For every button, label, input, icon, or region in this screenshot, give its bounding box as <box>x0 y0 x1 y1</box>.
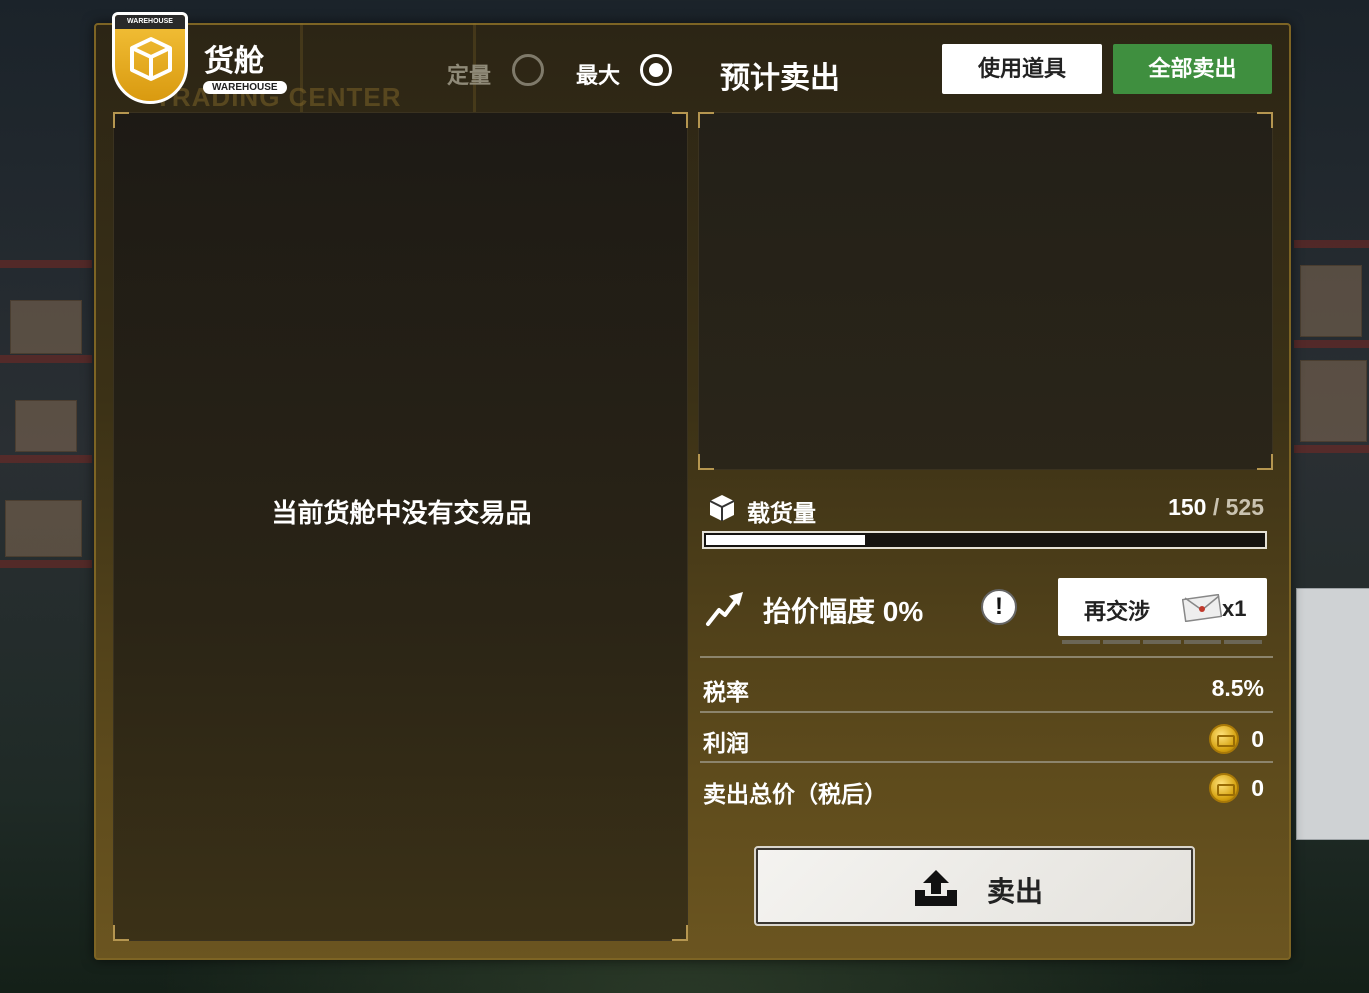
renegotiate-count: x1 <box>1222 596 1247 621</box>
corner-mark <box>1257 454 1273 470</box>
use-item-button[interactable]: 使用道具 <box>942 44 1102 94</box>
corner-mark <box>672 925 688 941</box>
gold-coin-icon <box>1209 724 1239 754</box>
mode-fixed-radio[interactable] <box>512 54 544 86</box>
trend-up-arrow-icon <box>706 592 743 626</box>
tax-value: 8.5% <box>1211 675 1264 701</box>
corner-mark <box>672 112 688 128</box>
title-tag: WAREHOUSE <box>203 81 287 94</box>
cargo-progress-bar <box>702 531 1267 549</box>
total-label: 卖出总价（税后） <box>703 781 887 807</box>
price-increase-label: 抬价幅度 0% <box>763 596 924 627</box>
corner-mark <box>113 112 129 128</box>
envelope-icon <box>1182 594 1222 622</box>
badge-tag: WAREHOUSE <box>115 15 185 29</box>
divider <box>700 761 1273 763</box>
corner-mark <box>1257 112 1273 128</box>
cargo-capacity: 525 <box>1225 494 1264 520</box>
warehouse-badge: WAREHOUSE <box>112 12 188 104</box>
corner-mark <box>113 925 129 941</box>
page-title: 货舱 <box>204 45 264 78</box>
estimate-title: 预计卖出 <box>720 62 840 95</box>
upload-tray-icon <box>915 870 957 906</box>
tax-label: 税率 <box>703 679 749 705</box>
inventory-list[interactable]: 当前货舱中没有交易品 <box>113 112 688 941</box>
corner-mark <box>698 112 714 128</box>
profit-label: 利润 <box>703 730 749 756</box>
mode-max-label: 最大 <box>576 63 621 88</box>
cargo-current: 150 <box>1168 494 1207 520</box>
sell-preview-list[interactable] <box>698 112 1273 470</box>
sell-all-button[interactable]: 全部卖出 <box>1113 44 1272 94</box>
empty-inventory-message: 当前货舱中没有交易品 <box>271 498 532 528</box>
renegotiate-label: 再交涉 <box>1084 599 1151 624</box>
cargo-label: 载货量 <box>747 500 816 526</box>
divider <box>700 711 1273 713</box>
renegotiate-button[interactable]: 再交涉 x1 <box>1058 578 1267 636</box>
total-value: 0 <box>1251 775 1264 801</box>
renegotiate-ticks <box>1062 640 1262 644</box>
cargo-progress-fill <box>706 535 865 545</box>
divider <box>700 656 1273 658</box>
profit-value: 0 <box>1251 726 1264 752</box>
cargo-separator: / <box>1212 494 1220 520</box>
cube-icon <box>130 37 172 81</box>
cube-icon <box>709 495 735 521</box>
sell-label: 卖出 <box>987 876 1044 907</box>
cargo-value: 150 / 525 <box>1168 494 1264 521</box>
sell-button[interactable]: 卖出 <box>754 846 1195 926</box>
corner-mark <box>698 454 714 470</box>
exclamation-icon[interactable]: ! <box>981 589 1017 625</box>
gold-coin-icon <box>1209 773 1239 803</box>
mode-max-radio[interactable] <box>640 54 672 86</box>
mode-fixed-label: 定量 <box>447 63 492 88</box>
